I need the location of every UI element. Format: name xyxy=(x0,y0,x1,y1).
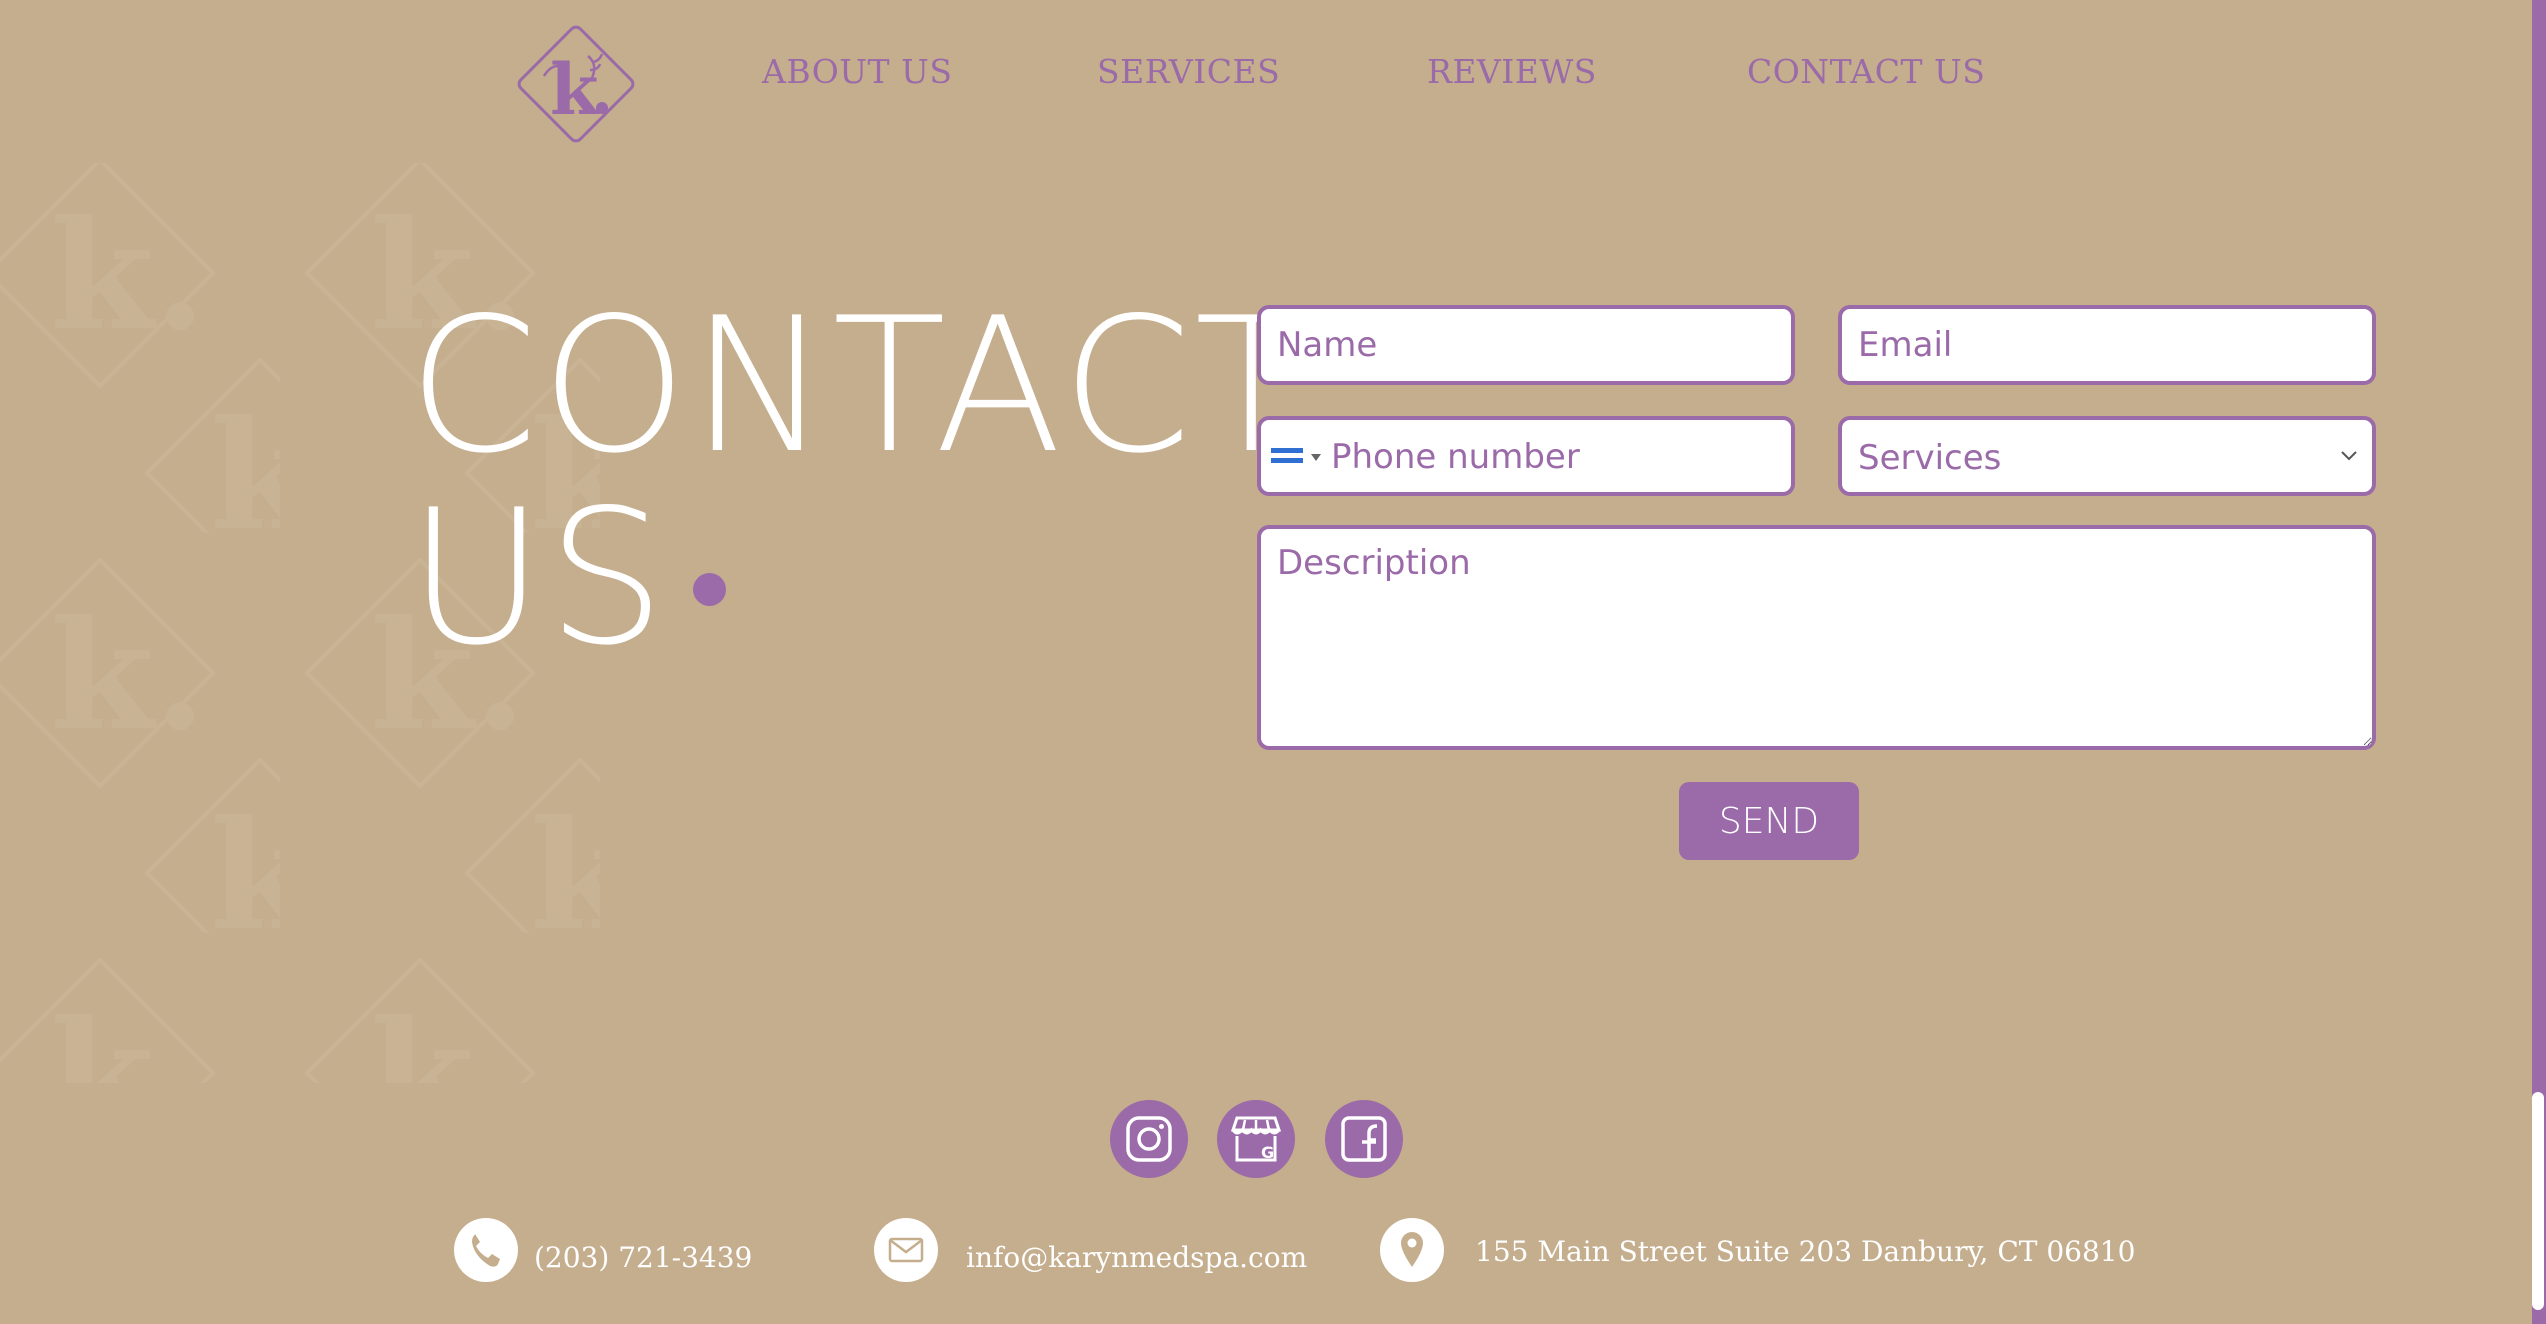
address[interactable]: 155 Main Street Suite 203 Danbury, CT 06… xyxy=(1475,1235,2135,1268)
email-field[interactable] xyxy=(1838,305,2376,385)
mail-icon xyxy=(874,1218,938,1282)
scrollbar-thumb[interactable] xyxy=(2532,1092,2544,1310)
scrollbar[interactable] xyxy=(2532,0,2546,1324)
phone-number[interactable]: (203) 721-3439 xyxy=(534,1241,752,1274)
send-button[interactable]: SEND xyxy=(1679,782,1859,860)
phone-icon xyxy=(454,1218,518,1282)
description-field[interactable] xyxy=(1257,525,2376,750)
chevron-down-icon[interactable] xyxy=(1311,454,1321,461)
nav-contact-us[interactable]: CONTACT US xyxy=(1747,52,1985,91)
top-nav: k ABOUT US SERVICES REVIEWS CONTACT US xyxy=(0,0,2546,160)
accent-dot xyxy=(693,573,726,606)
instagram-icon xyxy=(1126,1116,1172,1162)
name-field[interactable] xyxy=(1257,305,1795,385)
logo-icon[interactable]: k xyxy=(508,16,644,152)
chevron-down-icon xyxy=(2341,451,2357,461)
google-business-icon: G xyxy=(1230,1116,1282,1162)
nav-services[interactable]: SERVICES xyxy=(1097,52,1280,91)
page-title-line-1: CONTACT xyxy=(408,277,1312,494)
email-address[interactable]: info@karynmedspa.com xyxy=(966,1241,1307,1274)
location-pin-icon xyxy=(1380,1218,1444,1282)
page-title-line-2: US xyxy=(408,469,669,686)
flag-icon[interactable] xyxy=(1271,444,1303,468)
phone-field-wrapper xyxy=(1257,416,1795,496)
phone-field[interactable] xyxy=(1329,420,1793,494)
services-select-value: Services xyxy=(1858,438,2002,478)
nav-about-us[interactable]: ABOUT US xyxy=(762,52,952,91)
services-select[interactable]: Services xyxy=(1838,416,2376,496)
facebook-link[interactable] xyxy=(1325,1100,1403,1178)
google-business-link[interactable]: G xyxy=(1217,1100,1295,1178)
nav-reviews[interactable]: REVIEWS xyxy=(1427,52,1597,91)
facebook-icon xyxy=(1341,1116,1387,1162)
page-title: CONTACT US xyxy=(408,290,1311,674)
svg-text:G: G xyxy=(1261,1143,1274,1162)
instagram-link[interactable] xyxy=(1110,1100,1188,1178)
